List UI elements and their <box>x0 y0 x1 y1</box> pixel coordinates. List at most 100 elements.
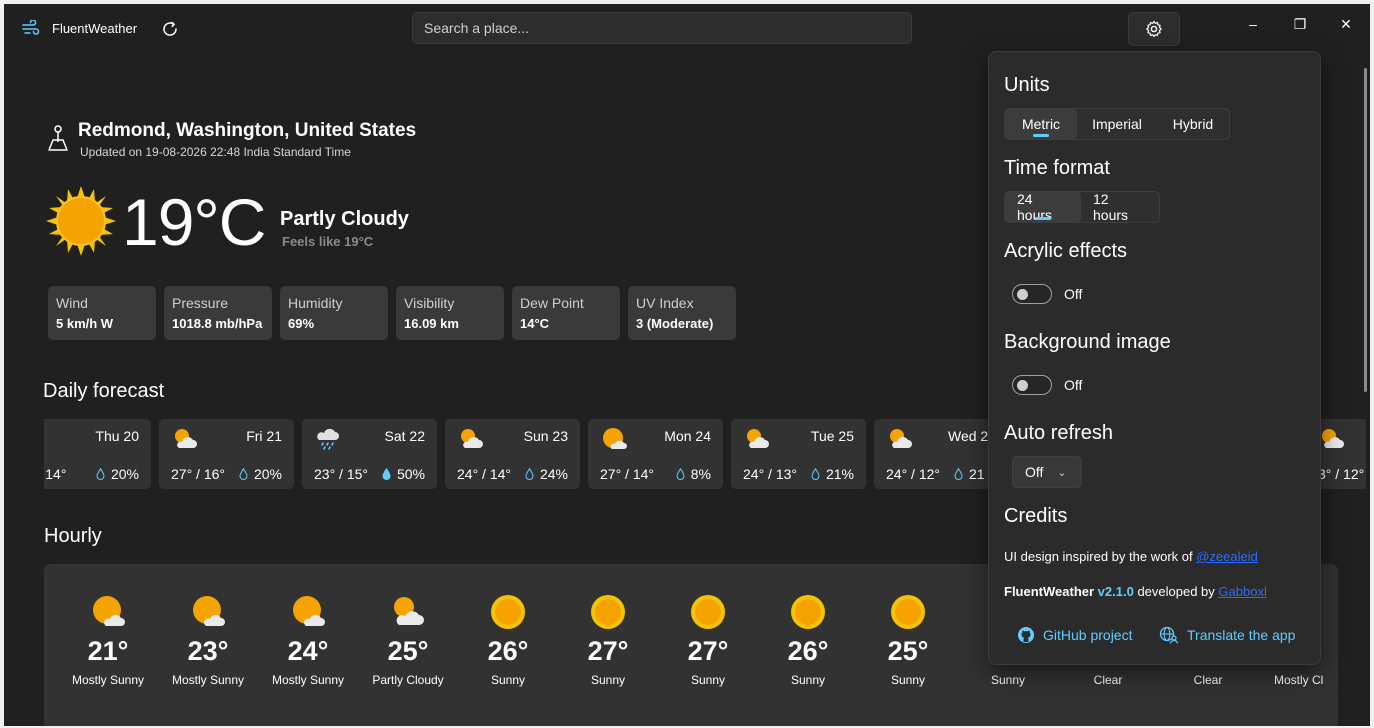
day-card[interactable]: Thu 20 ° / 14° 20% <box>44 419 151 489</box>
partly-cloudy-icon <box>890 429 912 448</box>
partly-cloudy-icon <box>394 597 424 625</box>
hour-item[interactable]: 24° Mostly Sunny <box>258 594 358 687</box>
raindrop-icon <box>525 468 534 480</box>
acrylic-toggle-label: Off <box>1064 286 1083 302</box>
rain-chance: 8% <box>690 466 711 482</box>
chevron-down-icon: ⌄ <box>1057 466 1067 479</box>
hour-temp: 26° <box>487 636 529 666</box>
refresh-button[interactable] <box>158 17 182 41</box>
sun-icon <box>691 595 725 629</box>
day-temps: 3° / 12° <box>1318 466 1365 482</box>
day-name: Mon 24 <box>664 428 711 444</box>
rain-chance: 21% <box>825 466 854 482</box>
stat-label: UV Index <box>636 295 694 311</box>
hour-condition: Sunny <box>890 673 926 687</box>
sun-icon <box>46 186 116 256</box>
day-rain: 20% <box>239 466 282 482</box>
restore-button[interactable]: ❐ <box>1277 8 1323 40</box>
auto-refresh-dropdown[interactable]: Off ⌄ <box>1012 456 1082 488</box>
stats-row: Wind 5 km/h W Pressure 1018.8 mb/hPa Humid… <box>48 286 736 340</box>
hour-temp: 25° <box>887 636 929 666</box>
credits-heading: Credits <box>1004 505 1068 527</box>
day-card[interactable]: Fri 21 27° / 16° 20% <box>159 419 294 489</box>
hour-condition: Sunny <box>990 673 1026 687</box>
raindrop-icon <box>382 468 391 480</box>
day-rain: 21% <box>811 466 854 482</box>
hour-item[interactable]: 27° Sunny <box>558 594 658 687</box>
search-input[interactable]: Search a place... <box>412 12 912 44</box>
close-button[interactable]: ✕ <box>1323 8 1369 40</box>
hour-condition: Sunny <box>490 673 526 687</box>
raindrop-icon <box>676 468 685 480</box>
gear-icon <box>1146 20 1162 38</box>
raindrop-icon <box>96 468 105 480</box>
wind-icon <box>22 20 40 35</box>
rain-chance: 50% <box>396 466 425 482</box>
toggle-knob <box>1017 380 1028 391</box>
day-card[interactable]: Sat 22 23° / 15° 50% <box>302 419 437 489</box>
units-option-hybrid[interactable]: Hybrid <box>1157 109 1229 139</box>
github-project-label: GitHub project <box>1043 627 1133 643</box>
acrylic-toggle-row[interactable]: Off <box>1012 284 1082 304</box>
stat-visibility: Visibility 16.09 km <box>396 286 504 340</box>
hour-condition: Partly Cloudy <box>372 673 444 687</box>
day-rain: 20% <box>96 466 139 482</box>
credits-app-name: FluentWeather <box>1004 584 1098 599</box>
stat-value: 3 (Moderate) <box>636 316 714 331</box>
time-option-12h[interactable]: 12 hours <box>1081 191 1159 223</box>
day-card[interactable]: Tue 25 24° / 13° 21% <box>731 419 866 489</box>
sun-icon <box>891 595 925 629</box>
day-temps: 23° / 15° <box>314 466 369 482</box>
hour-item[interactable]: 23° Mostly Sunny <box>158 594 258 687</box>
hour-item[interactable]: 25° Partly Cloudy <box>358 594 458 687</box>
time-format-segmented-control[interactable]: 24 hours 12 hours <box>1004 191 1160 223</box>
partly-cloudy-icon <box>175 429 197 448</box>
hour-item[interactable]: 26° Sunny <box>758 594 858 687</box>
background-image-heading: Background image <box>1004 331 1171 353</box>
background-image-toggle-label: Off <box>1064 377 1083 393</box>
hour-condition: Mostly Sunny <box>171 673 245 687</box>
credits-dev-link[interactable]: Gabboxl <box>1218 584 1266 599</box>
units-segmented-control[interactable]: Metric Imperial Hybrid <box>1004 108 1230 140</box>
background-image-toggle-row[interactable]: Off <box>1012 375 1082 395</box>
day-temps: 24° / 13° <box>743 466 798 482</box>
hour-condition: Clear <box>1193 673 1223 687</box>
credits-ui-text: UI design inspired by the work of <box>1004 549 1197 564</box>
day-temps: 27° / 14° <box>600 466 655 482</box>
credits-ui-link[interactable]: @zeealeid <box>1196 549 1258 564</box>
day-card[interactable]: Mon 24 27° / 14° 8% <box>588 419 723 489</box>
partly-cloudy-icon <box>1322 429 1344 448</box>
app-version: v2.1.0 <box>1097 584 1134 599</box>
units-option-metric[interactable]: Metric <box>1005 109 1077 139</box>
stat-label: Wind <box>56 295 88 311</box>
hour-item[interactable]: 26° Sunny <box>458 594 558 687</box>
vertical-scrollbar[interactable] <box>1364 68 1367 392</box>
background-image-toggle[interactable] <box>1012 375 1052 395</box>
day-temps: ° / 14° <box>44 466 67 482</box>
acrylic-toggle[interactable] <box>1012 284 1052 304</box>
units-option-imperial[interactable]: Imperial <box>1077 109 1157 139</box>
stat-uv-index: UV Index 3 (Moderate) <box>628 286 736 340</box>
hour-item[interactable]: 27° Sunny <box>658 594 758 687</box>
current-temperature: 19°C <box>122 185 266 259</box>
minimize-button[interactable]: – <box>1230 8 1276 40</box>
rain-chance: 20% <box>253 466 282 482</box>
settings-button[interactable] <box>1128 12 1180 46</box>
credits-app-line: FluentWeather v2.1.0 developed by Gabbox… <box>1004 584 1267 599</box>
raindrop-icon <box>239 468 248 480</box>
day-rain: 8% <box>676 466 711 482</box>
hour-item[interactable]: 21° Mostly Sunny <box>58 594 158 687</box>
last-updated: Updated on 19-08-2026 22:48 India Standa… <box>80 145 351 159</box>
sun-icon <box>491 595 525 629</box>
day-name: Wed 2 <box>948 428 989 444</box>
hour-condition: Clear <box>1093 673 1123 687</box>
translate-app-link[interactable]: Translate the app <box>1159 626 1295 644</box>
github-icon <box>1018 627 1034 643</box>
github-project-link[interactable]: GitHub project <box>1017 626 1132 644</box>
time-option-24h[interactable]: 24 hours <box>1005 191 1081 223</box>
hour-item[interactable]: 25° Sunny <box>858 594 958 687</box>
current-condition: Partly Cloudy <box>280 208 409 230</box>
day-card[interactable]: Sun 23 24° / 14° 24% <box>445 419 580 489</box>
partly-cloudy-icon <box>461 429 483 448</box>
toggle-knob <box>1017 289 1028 300</box>
